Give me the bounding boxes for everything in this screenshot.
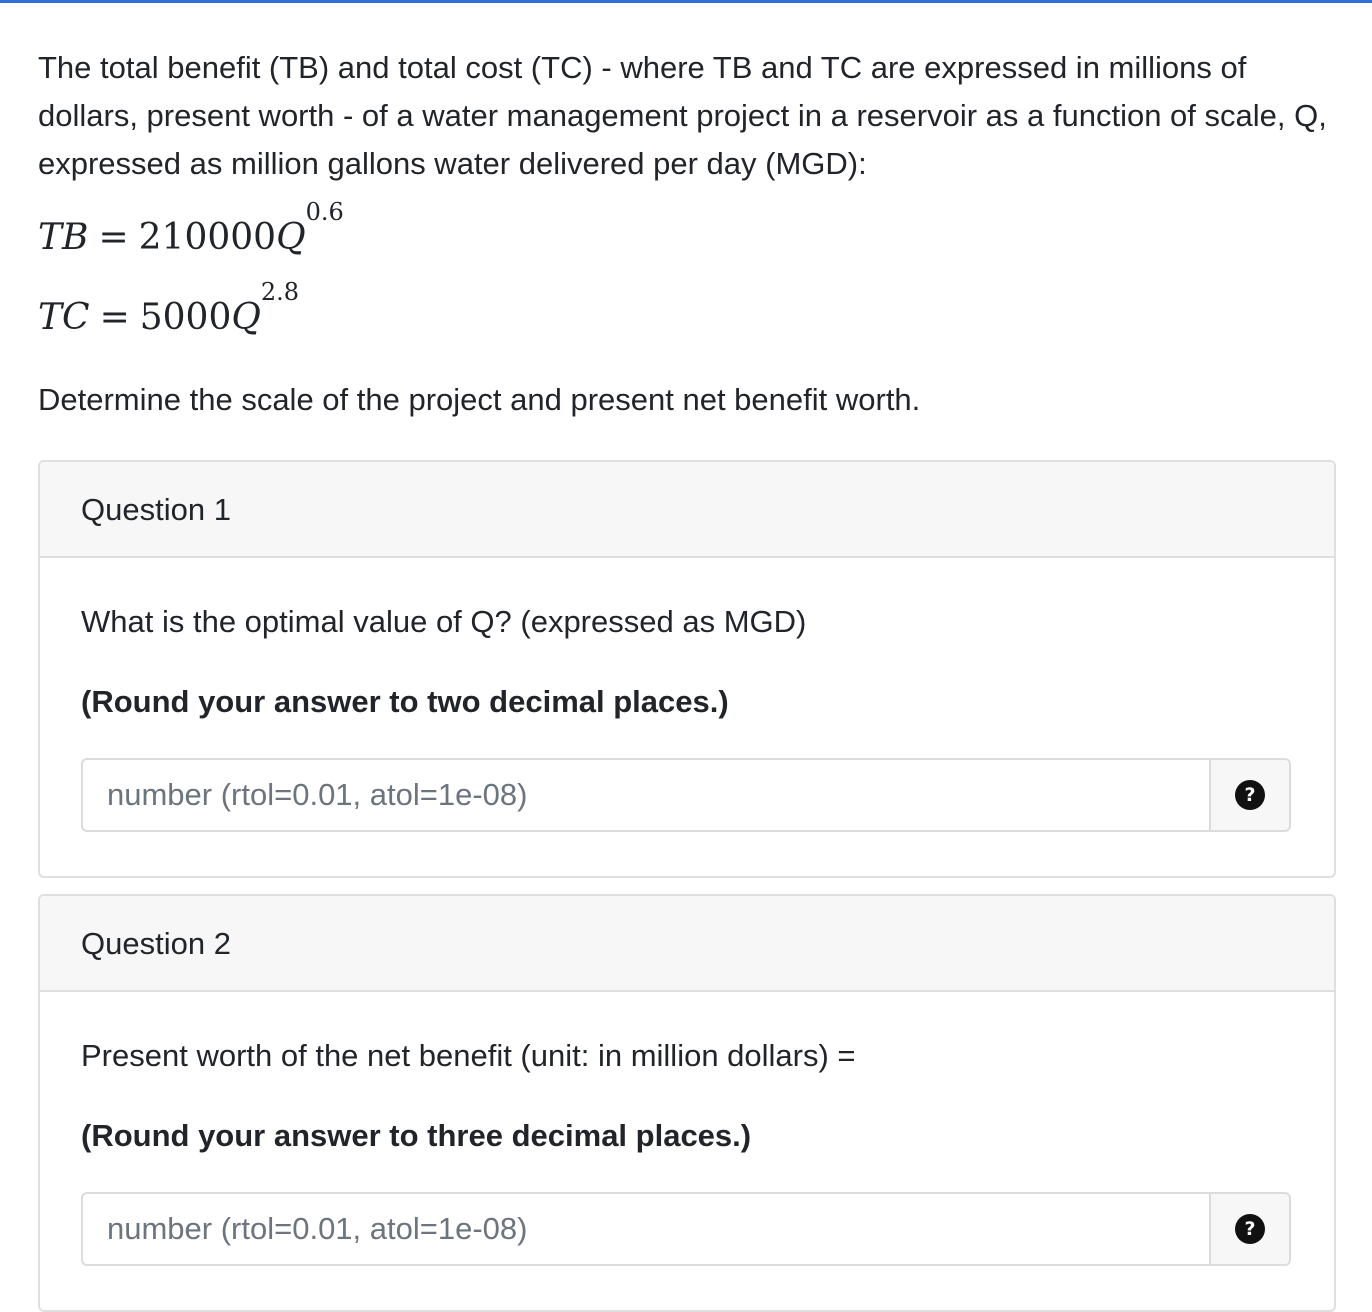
question-title: Question 1: [40, 462, 1334, 558]
equation-lhs: TC: [38, 297, 90, 338]
equation-coefficient: 5000: [139, 297, 232, 338]
problem-statement: The total benefit (TB) and total cost (T…: [38, 44, 1334, 424]
equation-exponent: 0.6: [305, 198, 344, 226]
question-text: Present worth of the net benefit (unit: …: [81, 1038, 856, 1073]
question-card-2: Question 2 Present worth of the net bene…: [38, 894, 1336, 1312]
top-accent-rule: [0, 0, 1372, 3]
rounding-instruction: (Round your answer to three decimal plac…: [81, 1118, 752, 1153]
question-mark-icon: ?: [1235, 780, 1265, 810]
question-text: What is the optimal value of Q? (express…: [81, 604, 807, 639]
equation-exponent: 2.8: [260, 278, 300, 306]
problem-intro: The total benefit (TB) and total cost (T…: [38, 50, 1327, 181]
problem-prompt: Determine the scale of the project and p…: [38, 382, 921, 417]
question-mark-icon: ?: [1235, 1214, 1265, 1244]
equation-lhs: TB: [38, 217, 89, 258]
equation-operator: =: [98, 217, 129, 258]
answer-input-group: ?: [81, 1192, 1291, 1266]
equation-operator: =: [99, 297, 130, 338]
question-title: Question 2: [40, 896, 1334, 992]
equation-variable: Q: [276, 217, 306, 258]
answer-input[interactable]: [81, 758, 1209, 832]
equation-total-cost: TC = 5000Q2.8: [38, 280, 1334, 338]
answer-input-group: ?: [81, 758, 1291, 832]
equation-variable: Q: [231, 297, 261, 338]
help-button[interactable]: ?: [1209, 758, 1291, 832]
rounding-instruction: (Round your answer to two decimal places…: [81, 684, 729, 719]
equation-total-benefit: TB = 210000Q0.6: [38, 200, 1334, 258]
question-card-1: Question 1 What is the optimal value of …: [38, 460, 1336, 878]
help-button[interactable]: ?: [1209, 1192, 1291, 1266]
answer-input[interactable]: [81, 1192, 1209, 1266]
equation-coefficient: 210000: [138, 217, 277, 258]
